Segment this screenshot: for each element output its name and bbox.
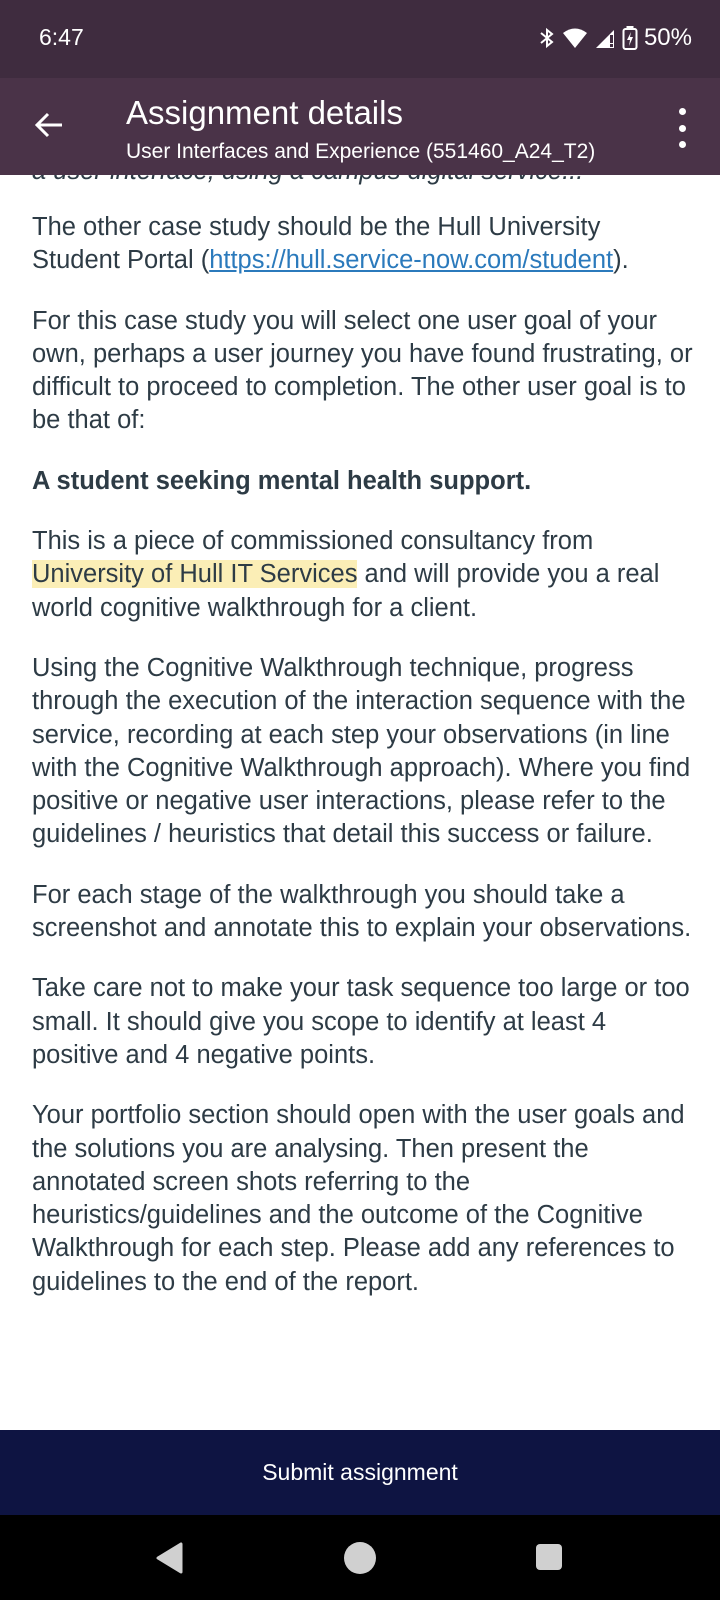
bluetooth-icon (538, 26, 556, 50)
paragraph-goal-bold: A student seeking mental health support. (32, 466, 532, 495)
paragraph-task-size: Take care not to make your task sequence… (32, 974, 690, 1069)
signal-icon (594, 27, 616, 49)
paragraph-screenshots: For each stage of the walkthrough you sh… (32, 880, 692, 943)
wifi-icon (562, 27, 588, 49)
more-vertical-icon-dot (678, 124, 686, 132)
more-options-button[interactable] (664, 108, 700, 148)
description-body: The other case study should be the Hull … (32, 175, 694, 1326)
paragraph-user-goal: For this case study you will select one … (32, 306, 693, 435)
paragraph-walkthrough: Using the Cognitive Walkthrough techniqu… (32, 653, 691, 849)
triangle-back-icon (156, 1542, 183, 1574)
paragraph-case-study: The other case study should be the Hull … (32, 211, 694, 278)
text: ). (613, 246, 629, 275)
status-bar: 6:47 50% (0, 0, 720, 78)
highlighted-text: University of Hull IT Services (32, 560, 358, 589)
page-title: Assignment details (126, 94, 403, 131)
more-vertical-icon-dot (678, 141, 686, 148)
battery-icon (622, 25, 638, 51)
assignment-description[interactable]: a user interface, using a campus digital… (0, 175, 720, 1430)
system-nav-bar (0, 1515, 720, 1600)
nav-back-button[interactable] (155, 1542, 183, 1579)
more-vertical-icon-dot (678, 108, 686, 115)
text: This is a piece of commissioned consulta… (32, 527, 594, 556)
status-time: 6:47 (39, 24, 84, 50)
battery-percent: 50% (643, 24, 692, 51)
app-bar: Assignment details User Interfaces and E… (0, 78, 720, 175)
course-subtitle: User Interfaces and Experience (551460_A… (126, 140, 596, 163)
back-button[interactable] (28, 106, 70, 148)
portal-link[interactable]: https://hull.service-now.com/student (209, 246, 613, 274)
submit-assignment-button[interactable]: Submit assignment (242, 1449, 478, 1496)
paragraph-portfolio: Your portfolio section should open with … (32, 1101, 685, 1296)
paragraph-consultancy: This is a piece of commissioned consulta… (32, 525, 694, 625)
submit-bar: Submit assignment (0, 1430, 720, 1515)
status-icons: 50% (538, 22, 692, 54)
nav-recents-button[interactable] (536, 1544, 562, 1570)
nav-home-button[interactable] (344, 1542, 376, 1574)
arrow-left-icon (34, 111, 64, 144)
